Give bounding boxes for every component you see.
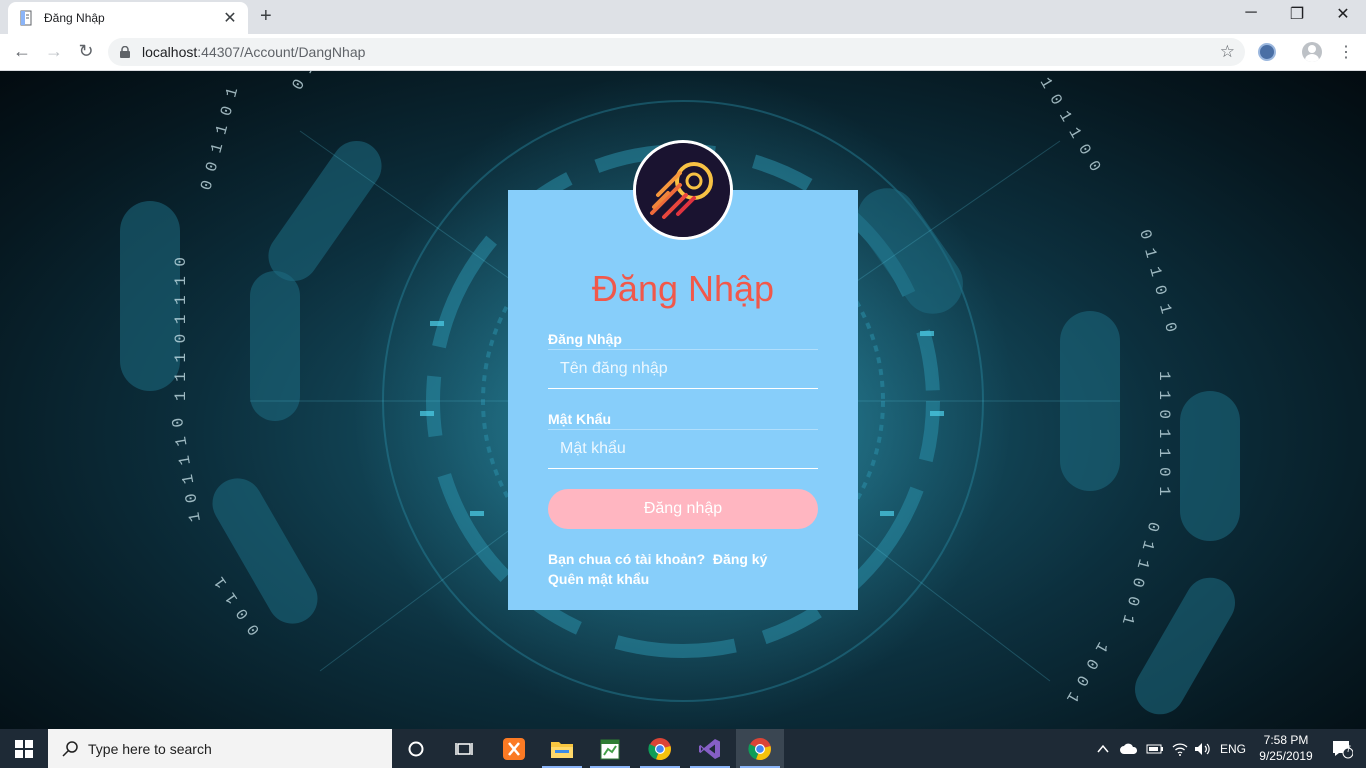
url-path: :44307/Account/DangNhap	[197, 44, 366, 60]
folder-icon	[551, 741, 573, 758]
taskbar-file-explorer[interactable]	[538, 729, 586, 768]
start-button[interactable]	[0, 729, 48, 768]
taskbar-chrome-1[interactable]	[636, 729, 684, 768]
tab-title: Đăng Nhập	[44, 11, 105, 25]
forgot-password-row: Quên mật khẩu	[548, 571, 649, 587]
cortana-button[interactable]	[392, 729, 440, 768]
search-icon	[62, 740, 78, 757]
cortana-circle-icon	[408, 741, 424, 756]
chevron-up-icon[interactable]	[1096, 742, 1110, 756]
search-placeholder: Type here to search	[88, 740, 212, 757]
system-tray: ENG	[1096, 729, 1246, 768]
tab-close-icon[interactable]: ✕	[222, 8, 238, 28]
login-button[interactable]: Đăng nhập	[548, 489, 818, 529]
close-window-button[interactable]: ✕	[1320, 4, 1366, 24]
address-bar[interactable]: localhost:44307/Account/DangNhap ☆	[108, 38, 1245, 66]
taskbar-chrome-2[interactable]	[736, 729, 784, 768]
comet-logo-icon	[636, 143, 730, 237]
register-prompt: Bạn chua có tài khoản? Đăng ký	[548, 551, 767, 567]
svg-text:0 1 1 0 0 1: 0 1 1 0 0 1	[1118, 520, 1163, 627]
windows-logo-icon	[15, 739, 33, 758]
notification-count: 7	[1346, 744, 1352, 754]
windows-taskbar: Type here to search ENG 7:58 PM 9/25/201…	[0, 729, 1366, 768]
logo-avatar	[633, 140, 733, 240]
onedrive-cloud-icon[interactable]	[1120, 743, 1138, 755]
taskbar-search[interactable]: Type here to search	[48, 729, 392, 768]
svg-text:1 1 0 1 1 0 1: 1 1 0 1 1 0 1	[1155, 371, 1173, 496]
url-host: localhost	[142, 44, 198, 60]
password-label: Mật Khẩu	[548, 411, 611, 427]
svg-text:1 0 1 1 0 0: 1 0 1 1 0 0	[1036, 75, 1104, 175]
chrome-icon	[648, 737, 671, 760]
taskbar-clock[interactable]: 7:58 PM 9/25/2019	[1248, 732, 1324, 764]
action-center-button[interactable]: 7	[1318, 729, 1366, 768]
extension-icon[interactable]	[1258, 43, 1276, 61]
forward-button[interactable]: →	[42, 41, 66, 62]
wifi-icon[interactable]	[1172, 742, 1188, 756]
browser-menu-icon[interactable]: ⋮	[1338, 42, 1354, 62]
back-button[interactable]: ←	[10, 41, 34, 62]
page-background: 0 1 1 1 0 0 1 0 0 1 1 0 1 1 1 1 0 1 1 1 …	[0, 71, 1366, 729]
language-indicator[interactable]: ENG	[1220, 742, 1246, 756]
svg-text:1 1 1 0 1 1 1 0: 1 1 1 0 1 1 1 0	[172, 257, 190, 401]
username-input[interactable]	[548, 349, 818, 389]
login-title: Đăng Nhập	[591, 268, 775, 309]
reload-button[interactable]: ↻	[74, 41, 98, 62]
task-view-icon	[455, 742, 473, 755]
document-icon	[20, 10, 32, 26]
taskbar-xampp[interactable]	[490, 729, 538, 768]
lock-icon	[120, 46, 130, 58]
profile-avatar-icon[interactable]	[1302, 42, 1322, 62]
minimize-button[interactable]: ─	[1228, 4, 1274, 22]
volume-icon[interactable]	[1194, 742, 1212, 756]
chrome-icon	[748, 737, 771, 760]
username-label: Đăng Nhập	[548, 331, 622, 347]
battery-icon[interactable]	[1146, 743, 1164, 755]
svg-text:0 0 1 1 0 1: 0 0 1 1 0 1	[197, 86, 242, 193]
taskbar-notepad[interactable]	[586, 729, 634, 768]
task-view-button[interactable]	[440, 729, 488, 768]
browser-tab[interactable]: Đăng Nhập ✕	[8, 2, 248, 34]
new-tab-button[interactable]: +	[260, 5, 272, 28]
password-input[interactable]	[548, 429, 818, 469]
clock-date: 9/25/2019	[1259, 749, 1313, 763]
svg-text:0 1 1 1 0 0 1: 0 1 1 1 0 0 1	[289, 71, 367, 94]
xampp-icon	[503, 737, 525, 760]
svg-text:0 1 1 0 1 0: 0 1 1 0 1 0	[1135, 228, 1180, 335]
svg-text:1 0 0 1: 1 0 0 1	[1062, 639, 1111, 706]
forgot-password-link[interactable]: Quên mật khẩu	[548, 571, 649, 587]
taskbar-visual-studio[interactable]	[686, 729, 734, 768]
url-text: localhost:44307/Account/DangNhap	[142, 44, 365, 60]
clock-time: 7:58 PM	[1263, 733, 1309, 747]
visual-studio-icon	[699, 738, 720, 759]
browser-titlebar: Đăng Nhập ✕ + ─ ❐ ✕	[0, 0, 1366, 34]
notepad-icon	[600, 739, 620, 759]
bookmark-star-icon[interactable]: ☆	[1220, 42, 1235, 62]
login-card: Đăng Nhập Đăng Nhập Mật Khẩu Đăng nhập B…	[508, 140, 858, 610]
restore-button[interactable]: ❐	[1274, 4, 1320, 24]
svg-text:1 0 1 1 1 0: 1 0 1 1 1 0	[169, 416, 205, 523]
no-account-text: Bạn chua có tài khoản?	[548, 551, 706, 567]
browser-toolbar: ← → ↻ localhost:44307/Account/DangNhap ☆…	[0, 34, 1366, 71]
register-link[interactable]: Đăng ký	[713, 551, 767, 567]
